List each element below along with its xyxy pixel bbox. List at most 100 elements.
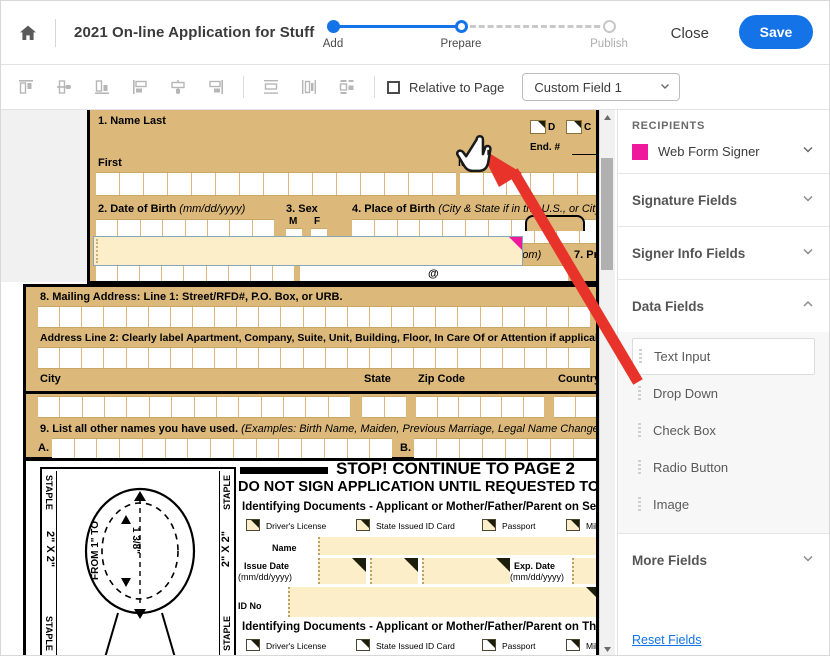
- other-names-a-boxes[interactable]: [52, 438, 392, 460]
- issue-date-day[interactable]: [370, 558, 418, 584]
- doc3-checkbox-state-id[interactable]: [356, 639, 370, 651]
- home-icon[interactable]: [1, 1, 55, 65]
- doc3-label-1: State Issued ID Card: [376, 641, 455, 651]
- issue-date-month[interactable]: [318, 558, 366, 584]
- recipient-color-corner: [509, 237, 522, 250]
- ssn-boxes[interactable]: [96, 265, 294, 281]
- pdf-page[interactable]: 1. Name Last First Mid 2. Date of Birth …: [1, 110, 612, 655]
- accordion-title-more-fields: More Fields: [632, 552, 708, 568]
- data-fields-list: Text Input Drop Down Check Box Radio But…: [618, 331, 829, 533]
- issue-date-label: Issue Date: [244, 561, 290, 571]
- caret-down-icon[interactable]: [600, 642, 614, 655]
- drag-handle-icon[interactable]: [639, 349, 642, 364]
- data-field-check-box[interactable]: Check Box: [632, 412, 815, 449]
- field-label-state: State: [364, 373, 391, 385]
- drag-handle-icon[interactable]: [638, 460, 641, 475]
- stepper-step-publish[interactable]: Publish: [569, 15, 649, 50]
- align-horizontal-center-icon[interactable]: [159, 72, 197, 102]
- align-vertical-center-icon[interactable]: [45, 72, 83, 102]
- state-boxes[interactable]: [362, 396, 406, 418]
- drag-handle-icon[interactable]: [638, 497, 641, 512]
- align-left-icon[interactable]: [121, 72, 159, 102]
- field-label-country: Country: [558, 373, 599, 385]
- data-field-drop-down[interactable]: Drop Down: [632, 375, 815, 412]
- accordion-header-signature-fields[interactable]: Signature Fields: [618, 174, 829, 226]
- stepper-label-publish: Publish: [590, 38, 628, 50]
- chevron-down-icon: [801, 191, 815, 210]
- fold-corner-icon: [251, 640, 259, 648]
- save-button[interactable]: Save: [739, 15, 813, 49]
- align-top-icon[interactable]: [7, 72, 45, 102]
- head-outline-diagram: [84, 487, 196, 655]
- doc3-checkbox-drivers-license[interactable]: [246, 639, 260, 651]
- app-header: 2021 On-line Application for Stuff Add P…: [1, 1, 829, 65]
- distribute-horizontal-glyph: [302, 80, 316, 94]
- chevron-up-icon: [801, 297, 815, 316]
- drag-handle-icon[interactable]: [638, 423, 641, 438]
- doc-type-label-0: Driver's License: [266, 521, 327, 531]
- doc-type-checkbox-military[interactable]: [566, 519, 580, 531]
- doc3-checkbox-passport[interactable]: [482, 639, 496, 651]
- distribute-horizontal-icon[interactable]: [290, 72, 328, 102]
- fold-corner-icon: [251, 520, 259, 528]
- data-field-radio-button[interactable]: Radio Button: [632, 449, 815, 486]
- doc3-checkbox-military[interactable]: [566, 639, 580, 651]
- name-middle-boxes[interactable]: [460, 172, 596, 196]
- doc-type-checkbox-drivers-license[interactable]: [246, 519, 260, 531]
- name-first-boxes[interactable]: [96, 172, 456, 196]
- chevron-down-icon[interactable]: [801, 142, 815, 161]
- drag-handle-icon[interactable]: [638, 386, 641, 401]
- doc-type-checkbox-state-id[interactable]: [356, 519, 370, 531]
- other-names-b-boxes[interactable]: [414, 438, 596, 460]
- city-boxes[interactable]: [38, 396, 350, 418]
- caret-up-icon[interactable]: [600, 110, 614, 125]
- stepper-step-add[interactable]: Add: [293, 15, 373, 50]
- custom-field-select[interactable]: Custom Field 1: [522, 73, 681, 101]
- distribute-vertical-icon[interactable]: [252, 72, 290, 102]
- reset-fields-link[interactable]: Reset Fields: [632, 633, 701, 647]
- stepper-step-prepare[interactable]: Prepare: [421, 15, 501, 50]
- country-boxes[interactable]: [554, 396, 596, 418]
- selected-text-field[interactable]: [93, 236, 523, 266]
- fold-corner-icon: [352, 558, 366, 572]
- address-line2-boxes[interactable]: [38, 347, 590, 369]
- doc-type-checkbox-passport[interactable]: [482, 519, 496, 531]
- scrollbar-thumb[interactable]: [601, 158, 613, 270]
- align-horizontal-center-glyph: [171, 80, 185, 94]
- close-button[interactable]: Close: [665, 21, 715, 46]
- document-viewer[interactable]: 1. Name Last First Mid 2. Date of Birth …: [1, 110, 615, 655]
- viewer-scrollbar[interactable]: [599, 110, 614, 655]
- custom-field-value: Custom Field 1: [534, 79, 622, 95]
- id-no-input[interactable]: [288, 587, 596, 617]
- home-glyph: [20, 25, 36, 40]
- exp-date-month[interactable]: [572, 558, 596, 584]
- identifying-documents-second-header: Identifying Documents - Applicant or Mot…: [242, 501, 599, 513]
- match-size-icon[interactable]: [328, 72, 366, 102]
- doc-name-input[interactable]: [318, 537, 596, 555]
- issue-date-year[interactable]: [422, 558, 510, 584]
- accordion-signer-info-fields: Signer Info Fields: [618, 227, 829, 280]
- other-names-a-label: A.: [38, 442, 49, 454]
- recipient-selector[interactable]: Web Form Signer: [632, 142, 815, 161]
- checkbox-c[interactable]: [566, 120, 582, 134]
- field-label-mailing: 8. Mailing Address: Line 1: Street/RFD#,…: [40, 291, 343, 303]
- accordion-header-data-fields[interactable]: Data Fields: [618, 280, 829, 332]
- recipients-section: RECIPIENTS Web Form Signer: [618, 110, 829, 174]
- zip-boxes[interactable]: [416, 396, 544, 418]
- pob-hint: (City & State if in the U.S., or City: [438, 203, 599, 215]
- accordion-header-signer-info-fields[interactable]: Signer Info Fields: [618, 227, 829, 279]
- email-at-symbol: @: [428, 268, 439, 280]
- data-field-text-input[interactable]: Text Input: [632, 338, 815, 375]
- align-bottom-icon[interactable]: [83, 72, 121, 102]
- address-line1-boxes[interactable]: [38, 306, 590, 328]
- checkbox-d[interactable]: [530, 120, 546, 134]
- stop-notice: STOP! CONTINUE TO PAGE 2: [336, 459, 575, 478]
- relative-to-page-checkbox[interactable]: Relative to Page: [387, 80, 504, 95]
- accordion-data-fields: Data Fields Text Input Drop Down Check B…: [618, 280, 829, 533]
- align-left-glyph: [133, 80, 147, 94]
- align-right-icon[interactable]: [197, 72, 235, 102]
- data-field-image[interactable]: Image: [632, 486, 815, 523]
- data-field-label-1: Drop Down: [653, 386, 719, 401]
- accordion-header-more-fields[interactable]: More Fields: [618, 534, 829, 586]
- doc3-label-0: Driver's License: [266, 641, 327, 651]
